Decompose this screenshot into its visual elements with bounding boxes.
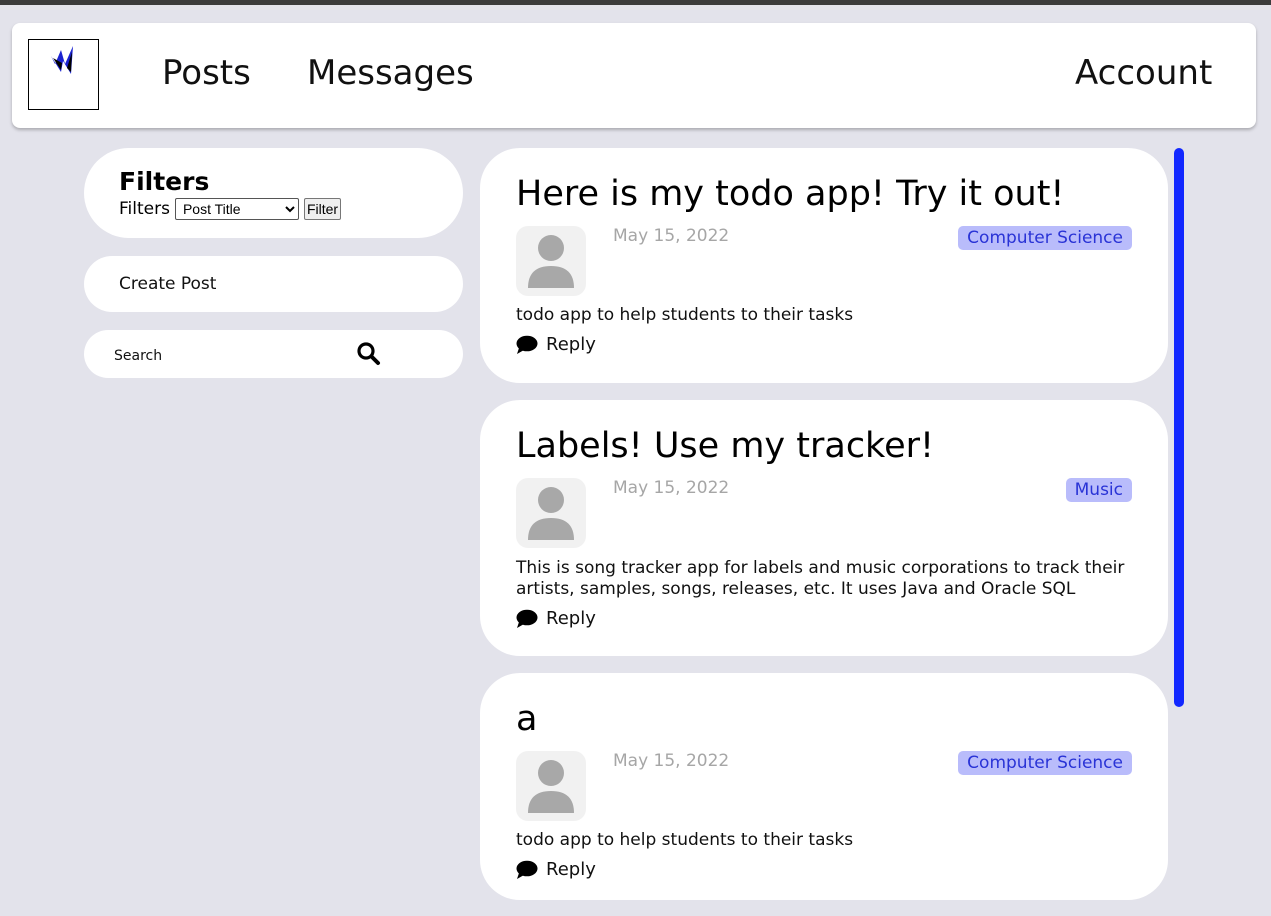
reply-label: Reply	[546, 334, 596, 355]
reply-label: Reply	[546, 859, 596, 880]
avatar	[516, 226, 586, 296]
window-top-border	[0, 0, 1271, 5]
post-body: todo app to help students to their tasks	[516, 305, 854, 325]
category-tag[interactable]: Computer Science	[958, 226, 1132, 250]
reply-button[interactable]: Reply	[516, 334, 596, 355]
post-body: todo app to help students to their tasks	[516, 830, 854, 850]
nav-account-link[interactable]: Account	[1075, 53, 1212, 93]
filters-row: Filters Post Title Filter	[119, 198, 342, 220]
post-date: May 15, 2022	[613, 751, 730, 771]
create-post-label: Create Post	[119, 274, 217, 294]
post-date: May 15, 2022	[613, 478, 730, 498]
filters-heading: Filters	[119, 167, 210, 196]
user-avatar-icon	[528, 487, 574, 540]
filter-type-select[interactable]: Post Title	[174, 198, 299, 220]
filters-label: Filters	[119, 199, 170, 219]
avatar	[516, 478, 586, 548]
search-bar	[84, 330, 463, 378]
post-title[interactable]: a	[516, 697, 537, 741]
nav-messages-link[interactable]: Messages	[307, 53, 474, 93]
post-card[interactable]: Labels! Use my tracker! May 15, 2022 Mus…	[480, 400, 1168, 656]
post-card[interactable]: a May 15, 2022 Computer Science todo app…	[480, 673, 1168, 900]
user-avatar-icon	[528, 235, 574, 288]
search-input[interactable]	[112, 344, 336, 368]
comment-icon	[516, 860, 538, 879]
post-card[interactable]: Here is my todo app! Try it out! May 15,…	[480, 148, 1168, 383]
search-icon[interactable]	[356, 341, 382, 367]
filters-panel: Filters Filters Post Title Filter	[84, 148, 463, 238]
category-tag[interactable]: Music	[1065, 478, 1132, 502]
reply-button[interactable]: Reply	[516, 859, 596, 880]
comment-icon	[516, 609, 538, 628]
nav-posts-link[interactable]: Posts	[162, 53, 251, 93]
top-navbar: Posts Messages Account	[12, 23, 1256, 128]
feed-scrollbar[interactable]	[1174, 148, 1184, 707]
logo-icon	[51, 46, 73, 74]
comment-icon	[516, 335, 538, 354]
avatar	[516, 751, 586, 821]
post-title[interactable]: Here is my todo app! Try it out!	[516, 172, 1064, 216]
category-tag[interactable]: Computer Science	[958, 751, 1132, 775]
app-logo[interactable]	[28, 39, 99, 110]
post-title[interactable]: Labels! Use my tracker!	[516, 424, 934, 468]
post-date: May 15, 2022	[613, 226, 730, 246]
post-body: This is song tracker app for labels and …	[516, 558, 1125, 599]
user-avatar-icon	[528, 760, 574, 813]
create-post-button[interactable]: Create Post	[84, 256, 463, 312]
reply-label: Reply	[546, 608, 596, 629]
reply-button[interactable]: Reply	[516, 608, 596, 629]
filter-button[interactable]: Filter	[303, 198, 342, 220]
